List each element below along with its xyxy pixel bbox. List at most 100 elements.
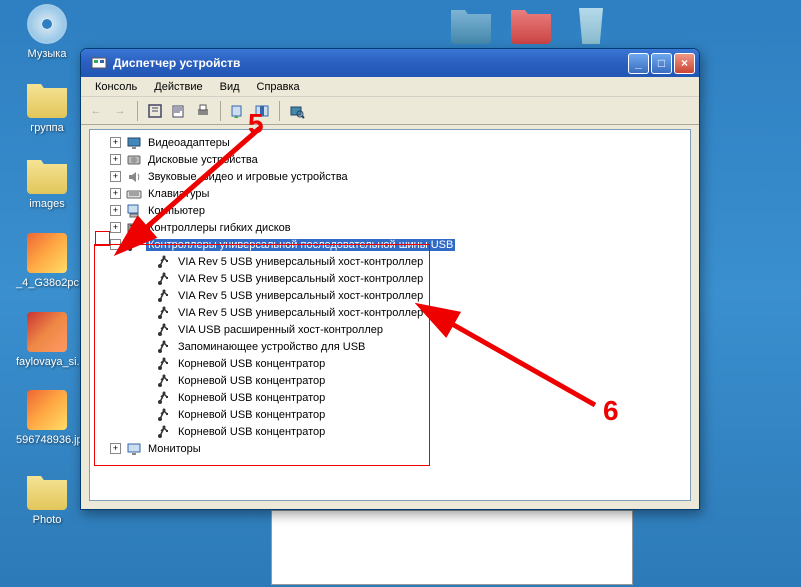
refresh-button[interactable]	[229, 102, 247, 120]
desktop-icon[interactable]: группа	[16, 78, 78, 134]
desktop-icon-label: faylovaya_si...	[16, 356, 78, 368]
nav-back-button[interactable]: ←	[87, 102, 105, 120]
expand-icon[interactable]: +	[110, 188, 121, 199]
toolbar-separator	[220, 101, 221, 121]
desktop-icon[interactable]: images	[16, 154, 78, 210]
tree-node-label: Запоминающее устройство для USB	[176, 341, 367, 353]
tree-node[interactable]: Корневой USB концентратор	[92, 406, 688, 423]
menu-action[interactable]: Действие	[146, 79, 210, 95]
desktop-icon[interactable]: Photo	[16, 470, 78, 526]
tree-node-label: VIA Rev 5 USB универсальный хост-контрол…	[176, 307, 425, 319]
tree-node-label: VIA Rev 5 USB универсальный хост-контрол…	[176, 256, 425, 268]
minimize-button[interactable]: _	[628, 53, 649, 74]
usb-icon	[156, 373, 172, 389]
tree-node[interactable]: - Контроллеры универсальной последователь…	[92, 236, 688, 253]
device-tree[interactable]: +Видеоадаптеры+Дисковые устройства+Звуко…	[89, 129, 691, 501]
tree-node[interactable]: + Компьютер	[92, 202, 688, 219]
no-expander	[140, 256, 151, 267]
menubar: Консоль Действие Вид Справка	[81, 77, 699, 97]
tree-node[interactable]: + Мониторы	[92, 440, 688, 457]
window-buttons: _ □ ×	[628, 53, 695, 74]
desktop-icon-label: _4_G38o2pc...	[16, 277, 78, 289]
no-expander	[140, 290, 151, 301]
usb-icon	[156, 322, 172, 338]
tree-node[interactable]: Корневой USB концентратор	[92, 389, 688, 406]
desktop-icon[interactable]: _4_G38o2pc...	[16, 233, 78, 289]
menu-help[interactable]: Справка	[249, 79, 308, 95]
hdd-icon	[126, 152, 142, 168]
no-expander	[140, 341, 151, 352]
tree-node-label: Корневой USB концентратор	[176, 358, 327, 370]
window-title: Диспетчер устройств	[113, 56, 628, 70]
desktop-icon[interactable]	[440, 4, 502, 48]
no-expander	[140, 375, 151, 386]
folder-red-icon	[511, 4, 551, 44]
annotation-number-6: 6	[603, 395, 619, 427]
tree-node[interactable]: VIA Rev 5 USB универсальный хост-контрол…	[92, 253, 688, 270]
print-button[interactable]	[194, 102, 212, 120]
desktop-icon[interactable]: Музыка	[16, 4, 78, 60]
desktop-icon[interactable]	[560, 4, 622, 48]
menu-view[interactable]: Вид	[212, 79, 248, 95]
no-expander	[140, 307, 151, 318]
tree-node-label: Корневой USB концентратор	[176, 409, 327, 421]
properties-button[interactable]	[170, 102, 188, 120]
expand-icon[interactable]: +	[110, 154, 121, 165]
tree-node[interactable]: Корневой USB концентратор	[92, 423, 688, 440]
trash-icon	[571, 4, 611, 44]
nav-forward-button[interactable]: →	[111, 102, 129, 120]
scan-hardware-button[interactable]	[288, 102, 306, 120]
tree-node[interactable]: +Контроллеры гибких дисков	[92, 219, 688, 236]
expand-icon[interactable]: +	[110, 137, 121, 148]
img-icon	[27, 233, 67, 273]
sound-icon	[126, 169, 142, 185]
usb-icon	[126, 237, 142, 253]
expand-icon[interactable]: +	[110, 205, 121, 216]
close-button[interactable]: ×	[674, 53, 695, 74]
menu-console[interactable]: Консоль	[87, 79, 145, 95]
tree-node[interactable]: VIA Rev 5 USB универсальный хост-контрол…	[92, 304, 688, 321]
tree-node-label: Контроллеры универсальной последовательн…	[146, 239, 455, 251]
tree-node[interactable]: +Видеоадаптеры	[92, 134, 688, 151]
toolbar: ← →	[81, 97, 699, 125]
tree-node[interactable]: +Звуковые, видео и игровые устройства	[92, 168, 688, 185]
tree-node-label: Корневой USB концентратор	[176, 375, 327, 387]
monitor-icon	[126, 441, 142, 457]
background-panel	[271, 510, 633, 585]
tree-node-label: VIA Rev 5 USB универсальный хост-контрол…	[176, 290, 425, 302]
expand-icon[interactable]: +	[110, 171, 121, 182]
no-expander	[140, 358, 151, 369]
toolbar-separator	[137, 101, 138, 121]
collapse-icon[interactable]: -	[110, 239, 121, 250]
usb-icon	[156, 356, 172, 372]
toolbar-separator	[279, 101, 280, 121]
tree-node[interactable]: VIA Rev 5 USB универсальный хост-контрол…	[92, 287, 688, 304]
desktop-icon[interactable]: faylovaya_si...	[16, 312, 78, 368]
usb-icon	[156, 254, 172, 270]
tree-node[interactable]: +Дисковые устройства	[92, 151, 688, 168]
tree-node-label: Компьютер	[146, 205, 207, 217]
tree-node[interactable]: Корневой USB концентратор	[92, 355, 688, 372]
tree-node-label: Мониторы	[146, 443, 203, 455]
maximize-button[interactable]: □	[651, 53, 672, 74]
cd-icon	[27, 4, 67, 44]
tree-node[interactable]: Корневой USB концентратор	[92, 372, 688, 389]
no-expander	[140, 426, 151, 437]
titlebar[interactable]: Диспетчер устройств _ □ ×	[81, 49, 699, 77]
desktop-icon-label: группа	[16, 122, 78, 134]
tree-node[interactable]: VIA USB расширенный хост-контроллер	[92, 321, 688, 338]
tool-button-1[interactable]	[146, 102, 164, 120]
desktop-icon-label: Музыка	[16, 48, 78, 60]
expand-icon[interactable]: +	[110, 443, 121, 454]
expand-icon[interactable]: +	[110, 222, 121, 233]
img2-icon	[27, 312, 67, 352]
no-expander	[140, 324, 151, 335]
desktop-icon[interactable]	[500, 4, 562, 48]
desktop-icon-label: 596748936.jp	[16, 434, 78, 446]
desktop-icon[interactable]: 596748936.jp	[16, 390, 78, 446]
tree-node[interactable]: +Клавиатуры	[92, 185, 688, 202]
tree-node[interactable]: Запоминающее устройство для USB	[92, 338, 688, 355]
tree-node[interactable]: VIA Rev 5 USB универсальный хост-контрол…	[92, 270, 688, 287]
computer-icon	[126, 203, 142, 219]
desktop-icon-label: Photo	[16, 514, 78, 526]
